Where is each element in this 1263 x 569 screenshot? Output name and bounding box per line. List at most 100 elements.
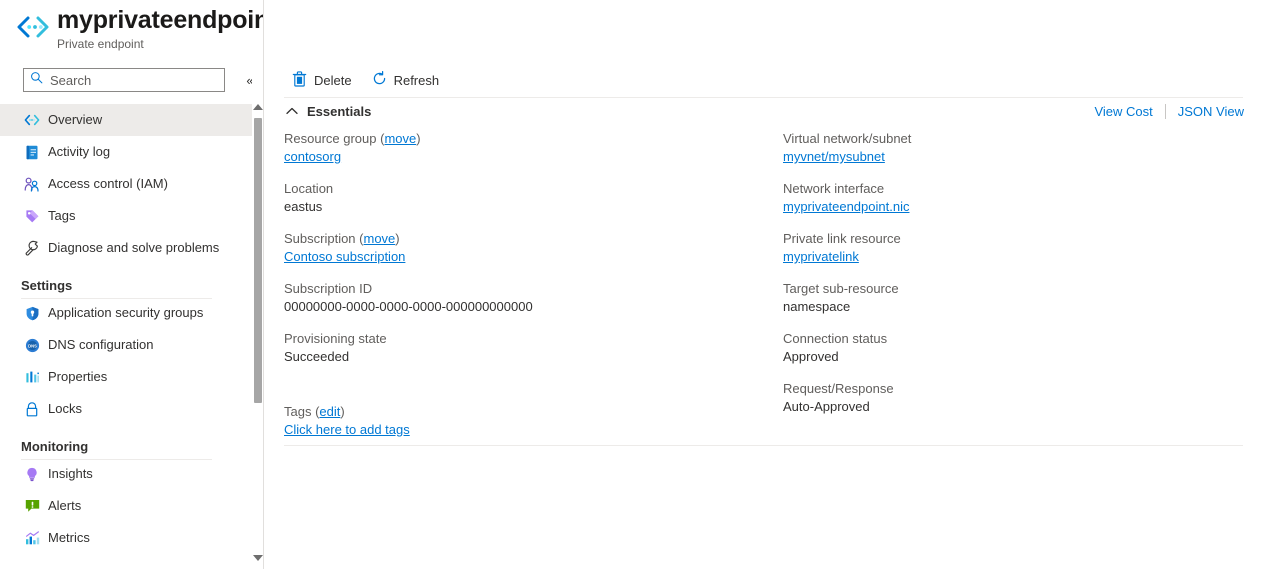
sidebar-search [23, 68, 225, 92]
divider [284, 97, 1243, 98]
dns-icon: DNS [24, 337, 40, 353]
svg-text:DNS: DNS [28, 343, 37, 348]
sidebar-item-insights[interactable]: Insights [0, 458, 252, 490]
private-link-resource-link[interactable]: myprivatelink [783, 249, 859, 264]
field-label: Provisioning state [284, 331, 387, 346]
essentials-left-column: Resource group (move) contosorg Location… [284, 130, 754, 380]
properties-icon [24, 369, 40, 385]
label-text: Tags [284, 404, 312, 419]
field-value: eastus [284, 199, 323, 214]
sidebar-nav: Overview Activity log Access control (IA… [0, 104, 252, 569]
sidebar-item-dns-configuration[interactable]: DNS DNS configuration [0, 329, 252, 361]
sidebar-item-access-control[interactable]: Access control (IAM) [0, 168, 252, 200]
private-endpoint-icon [16, 14, 50, 40]
scroll-down-arrow[interactable] [252, 551, 263, 565]
field-resource-group: Resource group (move) contosorg [284, 130, 754, 166]
sidebar-item-application-security-groups[interactable]: Application security groups [0, 297, 252, 329]
refresh-button[interactable]: Refresh [364, 65, 448, 95]
move-resource-group-link[interactable]: move [384, 131, 416, 146]
wrench-icon [24, 240, 40, 256]
essentials-right-column: Virtual network/subnet myvnet/mysubnet N… [783, 130, 1243, 430]
field-value: myprivateendpoint.nic [783, 198, 1243, 216]
sidebar-item-tags[interactable]: Tags [0, 200, 252, 232]
field-target-sub-resource: Target sub-resource namespace [783, 280, 1243, 316]
sidebar-group-label: Settings [21, 278, 73, 293]
azure-portal-blade: myprivateendpoint Private endpoint ··· [0, 0, 1263, 569]
field-connection-status: Connection status Approved [783, 330, 1243, 366]
page-title: myprivateendpoint [57, 6, 278, 34]
essentials-links: View Cost JSON View [1094, 104, 1244, 119]
delete-label: Delete [314, 72, 352, 88]
field-subscription-id: Subscription ID 00000000-0000-0000-0000-… [284, 280, 754, 316]
refresh-label: Refresh [393, 72, 440, 88]
field-value: namespace [783, 299, 851, 314]
sidebar-item-metrics[interactable]: Metrics [0, 522, 252, 554]
essentials-toggle[interactable]: Essentials [284, 103, 371, 119]
refresh-icon [372, 70, 387, 89]
sidebar-item-label: Tags [48, 208, 76, 223]
delete-button[interactable]: Delete [284, 65, 360, 95]
sidebar-item-label: DNS configuration [48, 337, 154, 352]
sidebar-scrollbar[interactable] [252, 56, 263, 569]
field-virtual-network-subnet: Virtual network/subnet myvnet/mysubnet [783, 130, 1243, 166]
metrics-icon [24, 530, 40, 546]
search-icon [30, 71, 43, 89]
move-subscription-link[interactable]: move [364, 231, 396, 246]
scroll-up-arrow[interactable] [252, 100, 263, 114]
sidebar-item-diagnose[interactable]: Diagnose and solve problems [0, 232, 252, 264]
sidebar-item-properties[interactable]: Properties [0, 361, 252, 393]
field-value: myvnet/mysubnet [783, 148, 1243, 166]
sidebar-item-label: Overview [48, 112, 103, 127]
search-input[interactable] [48, 71, 213, 89]
sidebar-group-label: Monitoring [21, 439, 89, 454]
scrollbar-thumb[interactable] [253, 118, 262, 403]
field-value: Approved [783, 349, 839, 364]
alert-icon [24, 498, 40, 514]
label-text: Resource group [284, 131, 377, 146]
resource-group-link[interactable]: contosorg [284, 149, 341, 164]
field-label: Location [284, 181, 334, 196]
page-subtitle: Private endpoint [57, 37, 144, 51]
sidebar-item-locks[interactable]: Locks [0, 393, 252, 425]
sidebar-item-activity-log[interactable]: Activity log [0, 136, 252, 168]
sidebar-item-label: Metrics [48, 530, 90, 545]
sidebar-group-settings: Settings [0, 264, 252, 299]
add-tags-link[interactable]: Click here to add tags [284, 422, 410, 437]
field-subscription: Subscription (move) Contoso subscription [284, 230, 754, 266]
field-value: 00000000-0000-0000-0000-000000000000 [284, 299, 533, 314]
field-label: Connection status [783, 331, 888, 346]
field-label: Target sub-resource [783, 281, 899, 296]
shield-icon [24, 305, 40, 321]
tags-section: Tags (edit) Click here to add tags [284, 403, 410, 439]
sidebar-item-label: Properties [48, 369, 108, 384]
field-private-link-resource: Private link resource myprivatelink [783, 230, 1243, 266]
access-control-icon [24, 176, 40, 192]
field-label: Private link resource [783, 231, 901, 246]
subscription-link[interactable]: Contoso subscription [284, 249, 405, 264]
command-bar: Delete Refresh [284, 64, 447, 96]
field-value: Contoso subscription [284, 248, 754, 266]
essentials-title: Essentials [307, 103, 372, 119]
sidebar: « Overview [0, 56, 254, 569]
field-label: Network interface [783, 181, 885, 196]
label-text: Subscription [284, 231, 356, 246]
search-box[interactable] [23, 68, 225, 92]
edit-tags-link[interactable]: edit [319, 404, 340, 419]
sidebar-item-label: Access control (IAM) [48, 176, 168, 191]
tags-label: Tags (edit) [284, 404, 345, 419]
virtual-network-link[interactable]: myvnet/mysubnet [783, 149, 885, 164]
lightbulb-icon [24, 466, 40, 482]
field-value: contosorg [284, 148, 754, 166]
field-value: Succeeded [284, 349, 350, 364]
field-label: Subscription (move) [284, 231, 400, 246]
view-cost-link[interactable]: View Cost [1094, 104, 1152, 119]
tag-icon [24, 208, 40, 224]
sidebar-item-overview[interactable]: Overview [0, 104, 252, 136]
network-interface-link[interactable]: myprivateendpoint.nic [783, 199, 909, 214]
field-label: Resource group (move) [284, 131, 421, 146]
title-block: myprivateendpoint Private endpoint [57, 5, 277, 52]
json-view-link[interactable]: JSON View [1178, 104, 1244, 119]
sidebar-group-monitoring: Monitoring [0, 425, 252, 460]
sidebar-item-alerts[interactable]: Alerts [0, 490, 252, 522]
tags-value: Click here to add tags [284, 421, 410, 439]
